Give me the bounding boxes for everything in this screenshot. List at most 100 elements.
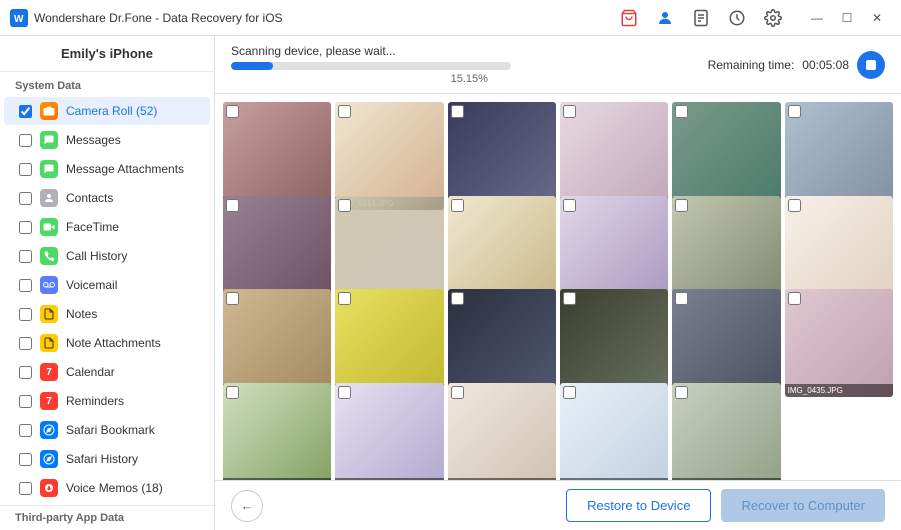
stop-button[interactable] bbox=[857, 51, 885, 79]
remaining-time: Remaining time: 00:05:08 bbox=[708, 51, 885, 79]
scan-info: Scanning device, please wait... 15.15% bbox=[231, 44, 708, 85]
sidebar-icon-message-attachments bbox=[40, 160, 58, 178]
sidebar-checkbox-camera-roll[interactable] bbox=[19, 105, 32, 118]
sidebar-checkbox-voicemail[interactable] bbox=[19, 279, 32, 292]
sidebar-checkbox-call-history[interactable] bbox=[19, 250, 32, 263]
sidebar-label-messages: Messages bbox=[66, 133, 121, 147]
photo-item-p13[interactable]: IMG_0426.JPG bbox=[223, 289, 331, 397]
sidebar-label-contacts: Contacts bbox=[66, 191, 113, 205]
photo-item-p9[interactable]: IMG_0422.JPG bbox=[448, 196, 556, 304]
restore-to-device-button[interactable]: Restore to Device bbox=[566, 489, 711, 522]
sidebar-checkbox-messages[interactable] bbox=[19, 134, 32, 147]
title-bar: W Wondershare Dr.Fone - Data Recovery fo… bbox=[0, 0, 901, 36]
sidebar-checkbox-reminders[interactable] bbox=[19, 395, 32, 408]
sidebar-checkbox-contacts[interactable] bbox=[19, 192, 32, 205]
photo-item-p14[interactable]: IMG_0427.JPG bbox=[335, 289, 443, 397]
photo-grid: IMG_0413.JPGIMG_0414.JPGIMG_0414.JPGIMG_… bbox=[215, 94, 901, 480]
file-icon[interactable] bbox=[687, 4, 715, 32]
sidebar-label-facetime: FaceTime bbox=[66, 220, 119, 234]
photo-item-p3[interactable]: IMG_0414.JPG bbox=[448, 102, 556, 210]
photo-item-p20[interactable]: IMG_0437.JPG bbox=[335, 383, 443, 481]
window-controls: — ☐ ✕ bbox=[803, 4, 891, 32]
photo-item-p19[interactable]: IMG_0436.JPG bbox=[223, 383, 331, 481]
sidebar-item-camera-roll[interactable]: Camera Roll (52) bbox=[4, 97, 210, 125]
recover-to-computer-button[interactable]: Recover to Computer bbox=[721, 489, 885, 522]
sidebar-item-calendar[interactable]: 7 Calendar bbox=[4, 358, 210, 386]
sidebar-icon-calendar: 7 bbox=[40, 363, 58, 381]
sidebar-icon-safari-history bbox=[40, 450, 58, 468]
sidebar-label-voicemail: Voicemail bbox=[66, 278, 117, 292]
photo-item-p17[interactable]: IMG_0430.JPG bbox=[672, 289, 780, 397]
scan-status: Scanning device, please wait... bbox=[231, 44, 708, 58]
sidebar-item-reminders[interactable]: 7Reminders bbox=[4, 387, 210, 415]
sidebar-label-notes: Notes bbox=[66, 307, 97, 321]
app-logo: W bbox=[10, 9, 28, 27]
sidebar-icon-camera-roll bbox=[40, 102, 58, 120]
photo-item-p2[interactable]: IMG_0414.JPG bbox=[335, 102, 443, 210]
sidebar-checkbox-safari-bookmark[interactable] bbox=[19, 424, 32, 437]
sidebar-icon-note-attachments bbox=[40, 334, 58, 352]
minimize-button[interactable]: — bbox=[803, 4, 831, 32]
photo-label-p23: IMG_0440.JPG bbox=[672, 478, 780, 480]
sidebar-item-safari-history[interactable]: Safari History bbox=[4, 445, 210, 473]
sidebar-item-voice-memos[interactable]: Voice Memos (18) bbox=[4, 474, 210, 502]
cart-icon[interactable] bbox=[615, 4, 643, 32]
remaining-time-value: 00:05:08 bbox=[802, 58, 849, 72]
sidebar-item-messages[interactable]: Messages bbox=[4, 126, 210, 154]
photo-item-p8[interactable]: IMG_0421.JPG bbox=[335, 196, 443, 304]
device-name: Emily's iPhone bbox=[0, 36, 214, 72]
photo-label-p19: IMG_0436.JPG bbox=[223, 478, 331, 480]
photo-item-p18[interactable]: IMG_0435.JPG bbox=[785, 289, 893, 397]
sidebar-item-notes[interactable]: Notes bbox=[4, 300, 210, 328]
photo-item-p10[interactable]: IMG_0423.JPG bbox=[560, 196, 668, 304]
sidebar-item-facetime[interactable]: FaceTime bbox=[4, 213, 210, 241]
sidebar-label-note-attachments: Note Attachments bbox=[66, 336, 161, 350]
photo-label-p18: IMG_0435.JPG bbox=[785, 384, 893, 397]
maximize-button[interactable]: ☐ bbox=[833, 4, 861, 32]
photo-label-p21: IMG_0438.JPG bbox=[448, 478, 556, 480]
sidebar-checkbox-calendar[interactable] bbox=[19, 366, 32, 379]
sidebar-checkbox-facetime[interactable] bbox=[19, 221, 32, 234]
sidebar-item-message-attachments[interactable]: Message Attachments bbox=[4, 155, 210, 183]
sidebar-icon-facetime bbox=[40, 218, 58, 236]
sidebar-checkbox-message-attachments[interactable] bbox=[19, 163, 32, 176]
timer-icon[interactable] bbox=[723, 4, 751, 32]
photo-item-p16[interactable]: IMG_0429.JPG bbox=[560, 289, 668, 397]
photo-label-p20: IMG_0437.JPG bbox=[335, 478, 443, 480]
photo-label-p22: IMG_0439.JPG bbox=[560, 478, 668, 480]
sidebar-checkbox-notes[interactable] bbox=[19, 308, 32, 321]
photo-item-p7[interactable]: IMG_0418.JPG bbox=[223, 196, 331, 304]
sidebar-icon-contacts bbox=[40, 189, 58, 207]
sidebar-items: Camera Roll (52) Messages Message Attachme… bbox=[0, 96, 214, 505]
close-button[interactable]: ✕ bbox=[863, 4, 891, 32]
back-button[interactable]: ← bbox=[231, 490, 263, 522]
sidebar-label-safari-history: Safari History bbox=[66, 452, 138, 466]
photo-item-p6[interactable]: IMG_0417.JPG bbox=[785, 102, 893, 210]
sidebar-item-contacts[interactable]: Contacts bbox=[4, 184, 210, 212]
photo-item-p11[interactable]: IMG_0424.JPG bbox=[672, 196, 780, 304]
photo-item-p1[interactable]: IMG_0413.JPG bbox=[223, 102, 331, 210]
photo-item-p15[interactable]: IMG_0428.JPG bbox=[448, 289, 556, 397]
sidebar-label-message-attachments: Message Attachments bbox=[66, 162, 184, 176]
photo-item-p23[interactable]: IMG_0440.JPG bbox=[672, 383, 780, 481]
sidebar-icon-voicemail bbox=[40, 276, 58, 294]
photo-item-p21[interactable]: IMG_0438.JPG bbox=[448, 383, 556, 481]
sidebar-item-voicemail[interactable]: Voicemail bbox=[4, 271, 210, 299]
sidebar-checkbox-safari-history[interactable] bbox=[19, 453, 32, 466]
photo-item-p22[interactable]: IMG_0439.JPG bbox=[560, 383, 668, 481]
sidebar-item-call-history[interactable]: Call History bbox=[4, 242, 210, 270]
settings-icon[interactable] bbox=[759, 4, 787, 32]
sidebar-item-note-attachments[interactable]: Note Attachments bbox=[4, 329, 210, 357]
bottom-bar: ← Restore to Device Recover to Computer bbox=[215, 480, 901, 530]
sidebar-label-calendar: Calendar bbox=[66, 365, 115, 379]
user-icon[interactable] bbox=[651, 4, 679, 32]
progress-text: 15.15% bbox=[231, 73, 708, 85]
sidebar-checkbox-voice-memos[interactable] bbox=[19, 482, 32, 495]
photo-item-p4[interactable]: IMG_0415.JPG bbox=[560, 102, 668, 210]
sidebar-item-safari-bookmark[interactable]: Safari Bookmark bbox=[4, 416, 210, 444]
photo-item-p12[interactable]: IMG_0425.JPG bbox=[785, 196, 893, 304]
photo-item-p5[interactable]: IMG_0416.JPG bbox=[672, 102, 780, 210]
system-data-label: System Data bbox=[0, 72, 214, 96]
sidebar-checkbox-note-attachments[interactable] bbox=[19, 337, 32, 350]
progress-bar-fill bbox=[231, 62, 273, 70]
